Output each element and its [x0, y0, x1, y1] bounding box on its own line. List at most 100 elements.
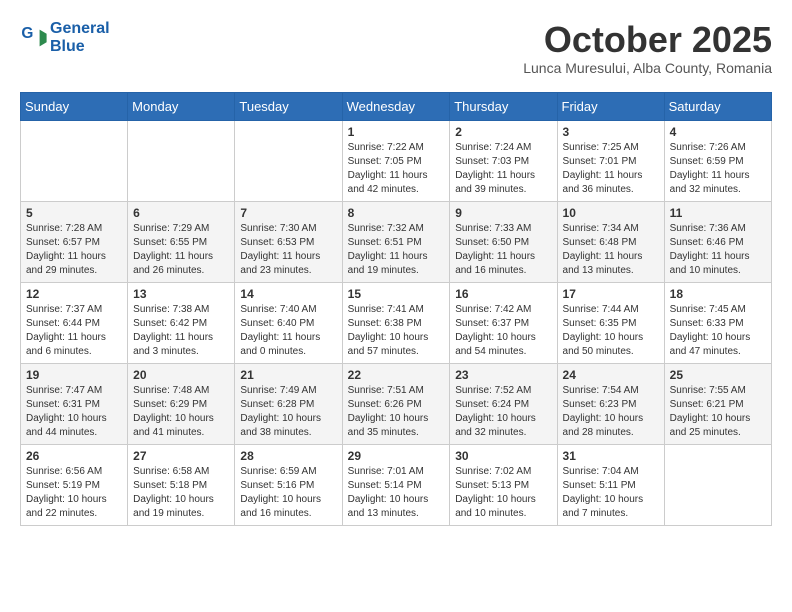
day-info: Sunrise: 7:41 AM Sunset: 6:38 PM Dayligh… [348, 303, 445, 359]
calendar-cell: 12 Sunrise: 7:37 AM Sunset: 6:44 PM Dayli… [21, 282, 128, 363]
title-block: October 2025 Lunca Muresului, Alba Count… [523, 20, 772, 76]
weekday-header-wednesday: Wednesday [342, 92, 450, 120]
day-number: 29 [348, 449, 445, 463]
day-info: Sunrise: 7:02 AM Sunset: 5:13 PM Dayligh… [455, 465, 551, 521]
calendar-week-1: 1 Sunrise: 7:22 AM Sunset: 7:05 PM Daylig… [21, 120, 772, 201]
calendar-cell: 16 Sunrise: 7:42 AM Sunset: 6:37 PM Dayli… [450, 282, 557, 363]
day-number: 13 [133, 287, 229, 301]
day-number: 15 [348, 287, 445, 301]
calendar-cell: 8 Sunrise: 7:32 AM Sunset: 6:51 PM Daylig… [342, 201, 450, 282]
calendar-cell [664, 444, 771, 525]
calendar-cell: 5 Sunrise: 7:28 AM Sunset: 6:57 PM Daylig… [21, 201, 128, 282]
day-number: 7 [240, 206, 336, 220]
calendar-table: SundayMondayTuesdayWednesdayThursdayFrid… [20, 92, 772, 526]
calendar-cell: 10 Sunrise: 7:34 AM Sunset: 6:48 PM Dayli… [557, 201, 664, 282]
calendar-cell: 15 Sunrise: 7:41 AM Sunset: 6:38 PM Dayli… [342, 282, 450, 363]
weekday-header-friday: Friday [557, 92, 664, 120]
calendar-cell: 19Sunrise: 7:47 AM Sunset: 6:31 PM Dayli… [21, 363, 128, 444]
calendar-week-2: 5 Sunrise: 7:28 AM Sunset: 6:57 PM Daylig… [21, 201, 772, 282]
logo: G General Blue [20, 20, 110, 55]
day-number: 27 [133, 449, 229, 463]
day-number: 28 [240, 449, 336, 463]
calendar-cell: 21 Sunrise: 7:49 AM Sunset: 6:28 PM Dayli… [235, 363, 342, 444]
day-info: Sunrise: 7:40 AM Sunset: 6:40 PM Dayligh… [240, 303, 336, 359]
day-info: Sunrise: 7:45 AM Sunset: 6:33 PM Dayligh… [670, 303, 766, 359]
day-number: 2 [455, 125, 551, 139]
day-info: Sunrise: 7:29 AM Sunset: 6:55 PM Dayligh… [133, 222, 229, 278]
calendar-cell: 22 Sunrise: 7:51 AM Sunset: 6:26 PM Dayli… [342, 363, 450, 444]
month-title: October 2025 [523, 20, 772, 60]
day-number: 16 [455, 287, 551, 301]
weekday-header-tuesday: Tuesday [235, 92, 342, 120]
calendar-cell: 17Sunrise: 7:44 AM Sunset: 6:35 PM Dayli… [557, 282, 664, 363]
day-number: 26 [26, 449, 122, 463]
logo-text: General Blue [50, 20, 110, 55]
calendar-cell [235, 120, 342, 201]
calendar-cell: 14 Sunrise: 7:40 AM Sunset: 6:40 PM Dayli… [235, 282, 342, 363]
calendar-cell: 26 Sunrise: 6:56 AM Sunset: 5:19 PM Dayli… [21, 444, 128, 525]
calendar-cell: 2Sunrise: 7:24 AM Sunset: 7:03 PM Daylig… [450, 120, 557, 201]
day-info: Sunrise: 7:51 AM Sunset: 6:26 PM Dayligh… [348, 384, 445, 440]
calendar-cell [128, 120, 235, 201]
day-number: 4 [670, 125, 766, 139]
calendar-week-5: 26 Sunrise: 6:56 AM Sunset: 5:19 PM Dayli… [21, 444, 772, 525]
day-number: 1 [348, 125, 445, 139]
day-number: 12 [26, 287, 122, 301]
day-info: Sunrise: 7:47 AM Sunset: 6:31 PM Dayligh… [26, 384, 122, 440]
day-info: Sunrise: 6:59 AM Sunset: 5:16 PM Dayligh… [240, 465, 336, 521]
weekday-header-monday: Monday [128, 92, 235, 120]
day-info: Sunrise: 7:01 AM Sunset: 5:14 PM Dayligh… [348, 465, 445, 521]
day-info: Sunrise: 7:44 AM Sunset: 6:35 PM Dayligh… [563, 303, 659, 359]
day-info: Sunrise: 7:22 AM Sunset: 7:05 PM Dayligh… [348, 141, 445, 197]
day-number: 23 [455, 368, 551, 382]
day-info: Sunrise: 7:37 AM Sunset: 6:44 PM Dayligh… [26, 303, 122, 359]
day-number: 10 [563, 206, 659, 220]
calendar-cell: 31Sunrise: 7:04 AM Sunset: 5:11 PM Dayli… [557, 444, 664, 525]
day-info: Sunrise: 7:36 AM Sunset: 6:46 PM Dayligh… [670, 222, 766, 278]
calendar-cell: 20Sunrise: 7:48 AM Sunset: 6:29 PM Dayli… [128, 363, 235, 444]
day-info: Sunrise: 7:54 AM Sunset: 6:23 PM Dayligh… [563, 384, 659, 440]
day-number: 22 [348, 368, 445, 382]
day-info: Sunrise: 6:56 AM Sunset: 5:19 PM Dayligh… [26, 465, 122, 521]
weekday-header-thursday: Thursday [450, 92, 557, 120]
day-number: 8 [348, 206, 445, 220]
day-info: Sunrise: 7:25 AM Sunset: 7:01 PM Dayligh… [563, 141, 659, 197]
page-header: G General Blue October 2025 Lunca Muresu… [20, 20, 772, 76]
day-number: 5 [26, 206, 122, 220]
calendar-cell: 28 Sunrise: 6:59 AM Sunset: 5:16 PM Dayli… [235, 444, 342, 525]
day-info: Sunrise: 7:28 AM Sunset: 6:57 PM Dayligh… [26, 222, 122, 278]
day-info: Sunrise: 7:42 AM Sunset: 6:37 PM Dayligh… [455, 303, 551, 359]
calendar-cell: 27 Sunrise: 6:58 AM Sunset: 5:18 PM Dayli… [128, 444, 235, 525]
day-info: Sunrise: 7:30 AM Sunset: 6:53 PM Dayligh… [240, 222, 336, 278]
location: Lunca Muresului, Alba County, Romania [523, 60, 772, 76]
day-number: 18 [670, 287, 766, 301]
svg-text:G: G [21, 25, 33, 42]
calendar-cell: 3Sunrise: 7:25 AM Sunset: 7:01 PM Daylig… [557, 120, 664, 201]
calendar-cell: 24 Sunrise: 7:54 AM Sunset: 6:23 PM Dayli… [557, 363, 664, 444]
logo-icon: G [20, 24, 48, 52]
calendar-cell: 1 Sunrise: 7:22 AM Sunset: 7:05 PM Daylig… [342, 120, 450, 201]
day-info: Sunrise: 7:55 AM Sunset: 6:21 PM Dayligh… [670, 384, 766, 440]
day-info: Sunrise: 7:32 AM Sunset: 6:51 PM Dayligh… [348, 222, 445, 278]
calendar-cell: 23Sunrise: 7:52 AM Sunset: 6:24 PM Dayli… [450, 363, 557, 444]
day-info: Sunrise: 6:58 AM Sunset: 5:18 PM Dayligh… [133, 465, 229, 521]
calendar-cell: 29 Sunrise: 7:01 AM Sunset: 5:14 PM Dayli… [342, 444, 450, 525]
calendar-week-3: 12 Sunrise: 7:37 AM Sunset: 6:44 PM Dayli… [21, 282, 772, 363]
day-number: 30 [455, 449, 551, 463]
day-number: 21 [240, 368, 336, 382]
calendar-cell: 30 Sunrise: 7:02 AM Sunset: 5:13 PM Dayli… [450, 444, 557, 525]
day-number: 14 [240, 287, 336, 301]
weekday-header-saturday: Saturday [664, 92, 771, 120]
day-info: Sunrise: 7:49 AM Sunset: 6:28 PM Dayligh… [240, 384, 336, 440]
day-info: Sunrise: 7:33 AM Sunset: 6:50 PM Dayligh… [455, 222, 551, 278]
calendar-cell: 4Sunrise: 7:26 AM Sunset: 6:59 PM Daylig… [664, 120, 771, 201]
day-info: Sunrise: 7:38 AM Sunset: 6:42 PM Dayligh… [133, 303, 229, 359]
day-number: 9 [455, 206, 551, 220]
calendar-cell: 6Sunrise: 7:29 AM Sunset: 6:55 PM Daylig… [128, 201, 235, 282]
day-number: 25 [670, 368, 766, 382]
day-number: 31 [563, 449, 659, 463]
calendar-cell: 11Sunrise: 7:36 AM Sunset: 6:46 PM Dayli… [664, 201, 771, 282]
day-info: Sunrise: 7:34 AM Sunset: 6:48 PM Dayligh… [563, 222, 659, 278]
calendar-cell [21, 120, 128, 201]
day-number: 24 [563, 368, 659, 382]
